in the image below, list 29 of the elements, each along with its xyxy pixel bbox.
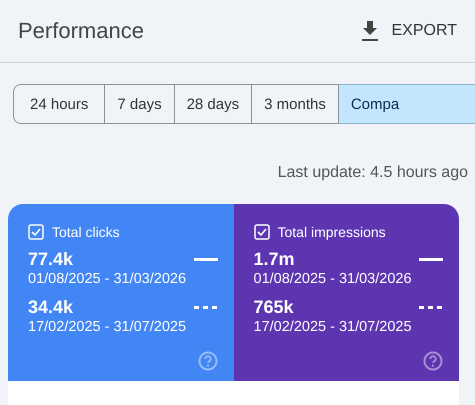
dashed-line-icon (419, 306, 443, 308)
range-tab[interactable]: Compa (338, 84, 475, 124)
checkbox[interactable] (28, 224, 44, 240)
help-icon[interactable] (198, 351, 218, 371)
date-range: 17/02/2025 - 31/07/2025 (254, 318, 413, 336)
page-title: Performance (18, 18, 144, 44)
range-tab[interactable]: 28 days (174, 84, 252, 124)
checkbox[interactable] (254, 224, 270, 240)
metric-label: Total clicks (52, 224, 120, 240)
metric-value: 77.4k (28, 248, 74, 270)
dashed-line-icon (194, 306, 218, 308)
range-tab[interactable]: 24 hours (13, 84, 106, 124)
metric-card[interactable]: Total clicks 77.4k 01/08/2025 - 31/03/2026 34.4k 17/02/2025 - 31/07/2025 (8, 204, 234, 381)
date-range: 01/08/2025 - 31/03/2026 (28, 270, 188, 288)
range-tab[interactable]: 3 months (252, 84, 339, 124)
export-button[interactable]: EXPORT (354, 16, 463, 46)
metric-label: Total impressions (278, 224, 386, 240)
last-update-text: Last update: 4.5 hours ago (276, 164, 468, 183)
metric-value: 765k (254, 296, 294, 318)
help-icon[interactable] (423, 351, 443, 371)
date-range: 01/08/2025 - 31/03/2026 (254, 270, 413, 288)
metric-value: 1.7m (254, 248, 295, 270)
solid-line-icon (194, 258, 218, 260)
date-range: 17/02/2025 - 31/07/2025 (28, 318, 188, 336)
solid-line-icon (419, 258, 443, 260)
metric-value: 34.4k (28, 296, 74, 318)
range-tab[interactable]: 7 days (105, 84, 175, 124)
metric-card[interactable]: Total impressions 1.7m 01/08/2025 - 31/03/2026 765k 17/02/2025 - 31/07/2025 (234, 204, 459, 381)
download-icon (360, 20, 380, 42)
